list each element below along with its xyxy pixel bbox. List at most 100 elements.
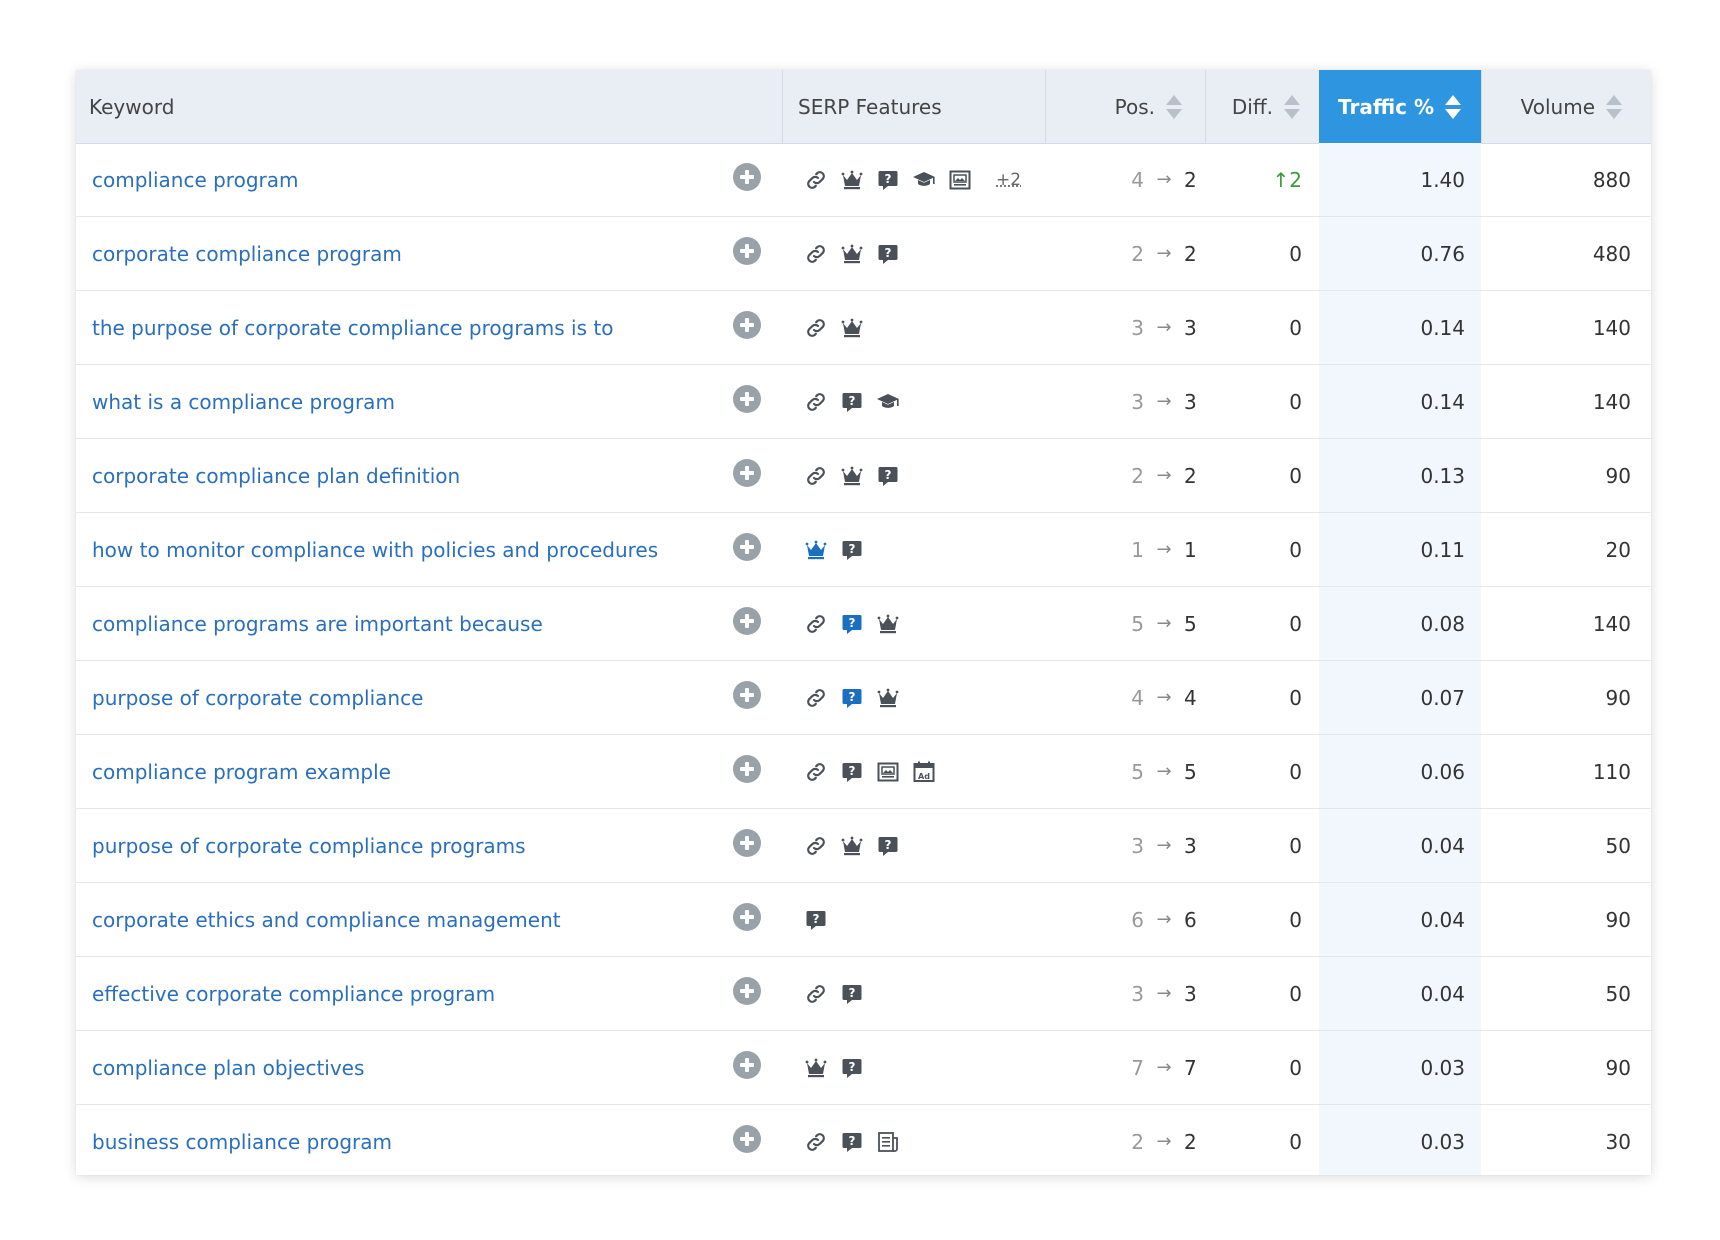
- keyword-link[interactable]: purpose of corporate compliance programs: [92, 809, 732, 882]
- question-icon[interactable]: ?: [840, 390, 864, 414]
- add-keyword-icon[interactable]: [733, 829, 761, 857]
- add-keyword-icon[interactable]: [733, 311, 761, 339]
- link-icon[interactable]: [804, 686, 828, 710]
- add-keyword-icon[interactable]: [733, 237, 761, 265]
- question-icon[interactable]: ?: [876, 464, 900, 488]
- link-icon[interactable]: [804, 242, 828, 266]
- header-pos-label: Pos.: [1114, 94, 1155, 119]
- crown-icon[interactable]: [876, 686, 900, 710]
- header-serp-label: SERP Features: [798, 94, 942, 119]
- question-icon[interactable]: ?: [876, 834, 900, 858]
- svg-text:?: ?: [849, 616, 856, 630]
- news-icon[interactable]: [876, 1130, 900, 1154]
- keyword-link[interactable]: what is a compliance program: [92, 365, 732, 438]
- question-icon[interactable]: ?: [840, 982, 864, 1006]
- header-traffic-label: Traffic %: [1338, 94, 1434, 119]
- svg-text:?: ?: [885, 468, 892, 482]
- sort-icon[interactable]: [1605, 92, 1623, 122]
- previous-position: 3: [1131, 981, 1144, 1006]
- previous-position: 7: [1131, 1055, 1144, 1080]
- add-keyword-icon[interactable]: [733, 1125, 761, 1153]
- keyword-link[interactable]: corporate ethics and compliance manageme…: [92, 883, 732, 956]
- keyword-link[interactable]: how to monitor compliance with policies …: [92, 513, 732, 586]
- graduation-cap-icon[interactable]: [876, 390, 900, 414]
- svg-text:?: ?: [813, 912, 820, 926]
- add-keyword-icon[interactable]: [733, 681, 761, 709]
- link-icon[interactable]: [804, 168, 828, 192]
- crown-icon[interactable]: [840, 168, 864, 192]
- svg-text:?: ?: [885, 246, 892, 260]
- current-position: 4: [1184, 685, 1197, 710]
- crown-icon[interactable]: [840, 834, 864, 858]
- volume-value: 880: [1592, 167, 1631, 192]
- add-keyword-icon[interactable]: [733, 163, 761, 191]
- crown-icon[interactable]: [804, 1056, 828, 1080]
- keyword-link[interactable]: corporate compliance plan definition: [92, 439, 732, 512]
- sort-icon[interactable]: [1283, 92, 1301, 122]
- keyword-link[interactable]: compliance program example: [92, 735, 732, 808]
- table-row: corporate compliance plan definition? 2 → 2…: [76, 439, 1651, 513]
- question-icon[interactable]: ?: [840, 1130, 864, 1154]
- crown-icon[interactable]: [876, 612, 900, 636]
- link-icon[interactable]: [804, 834, 828, 858]
- table-row: corporate ethics and compliance manageme…: [76, 883, 1651, 957]
- diff-value: 0: [1289, 1055, 1302, 1080]
- graduation-cap-icon[interactable]: [912, 168, 936, 192]
- question-icon[interactable]: ?: [840, 1056, 864, 1080]
- keyword-table: Keyword SERP Features Pos. Diff. Traffic…: [76, 70, 1651, 1175]
- add-keyword-icon[interactable]: [733, 385, 761, 413]
- add-keyword-icon[interactable]: [733, 607, 761, 635]
- question-icon[interactable]: ?: [840, 538, 864, 562]
- link-icon[interactable]: [804, 1130, 828, 1154]
- sort-icon[interactable]: [1165, 92, 1183, 122]
- keyword-link[interactable]: compliance plan objectives: [92, 1031, 732, 1104]
- image-icon[interactable]: [948, 168, 972, 192]
- crown-icon[interactable]: [804, 538, 828, 562]
- serp-features: ? Ad: [804, 735, 1064, 808]
- serp-features: ?: [804, 1031, 1064, 1104]
- arrow-right-icon: →: [1156, 687, 1172, 708]
- header-keyword[interactable]: Keyword: [76, 70, 782, 143]
- link-icon[interactable]: [804, 982, 828, 1006]
- add-keyword-icon[interactable]: [733, 533, 761, 561]
- image-icon[interactable]: [876, 760, 900, 784]
- keyword-link[interactable]: the purpose of corporate compliance prog…: [92, 291, 732, 364]
- volume-value: 140: [1592, 611, 1631, 636]
- header-pos[interactable]: Pos.: [1045, 70, 1205, 143]
- add-keyword-icon[interactable]: [733, 459, 761, 487]
- more-features-link[interactable]: +2: [996, 170, 1021, 190]
- current-position: 2: [1184, 463, 1197, 488]
- keyword-link[interactable]: compliance programs are important becaus…: [92, 587, 732, 660]
- crown-icon[interactable]: [840, 464, 864, 488]
- crown-icon[interactable]: [840, 316, 864, 340]
- question-icon[interactable]: ?: [876, 242, 900, 266]
- sort-icon[interactable]: [1444, 92, 1462, 122]
- add-keyword-icon[interactable]: [733, 1051, 761, 1079]
- link-icon[interactable]: [804, 316, 828, 340]
- calendar-icon[interactable]: Ad: [912, 760, 936, 784]
- question-icon[interactable]: ?: [840, 760, 864, 784]
- question-icon[interactable]: ?: [840, 612, 864, 636]
- header-traffic[interactable]: Traffic %: [1319, 70, 1481, 143]
- volume-value: 90: [1605, 907, 1631, 932]
- link-icon[interactable]: [804, 464, 828, 488]
- crown-icon[interactable]: [840, 242, 864, 266]
- add-keyword-icon[interactable]: [733, 903, 761, 931]
- header-volume[interactable]: Volume: [1481, 70, 1643, 143]
- keyword-link[interactable]: business compliance program: [92, 1105, 732, 1175]
- current-position: 3: [1184, 981, 1197, 1006]
- link-icon[interactable]: [804, 760, 828, 784]
- header-diff[interactable]: Diff.: [1205, 70, 1319, 143]
- keyword-link[interactable]: effective corporate compliance program: [92, 957, 732, 1030]
- add-keyword-icon[interactable]: [733, 977, 761, 1005]
- add-keyword-icon[interactable]: [733, 755, 761, 783]
- link-icon[interactable]: [804, 390, 828, 414]
- link-icon[interactable]: [804, 612, 828, 636]
- keyword-link[interactable]: compliance program: [92, 143, 732, 216]
- question-icon[interactable]: ?: [804, 908, 828, 932]
- keyword-link[interactable]: corporate compliance program: [92, 217, 732, 290]
- question-icon[interactable]: ?: [840, 686, 864, 710]
- svg-text:?: ?: [849, 690, 856, 704]
- keyword-link[interactable]: purpose of corporate compliance: [92, 661, 732, 734]
- question-icon[interactable]: ?: [876, 168, 900, 192]
